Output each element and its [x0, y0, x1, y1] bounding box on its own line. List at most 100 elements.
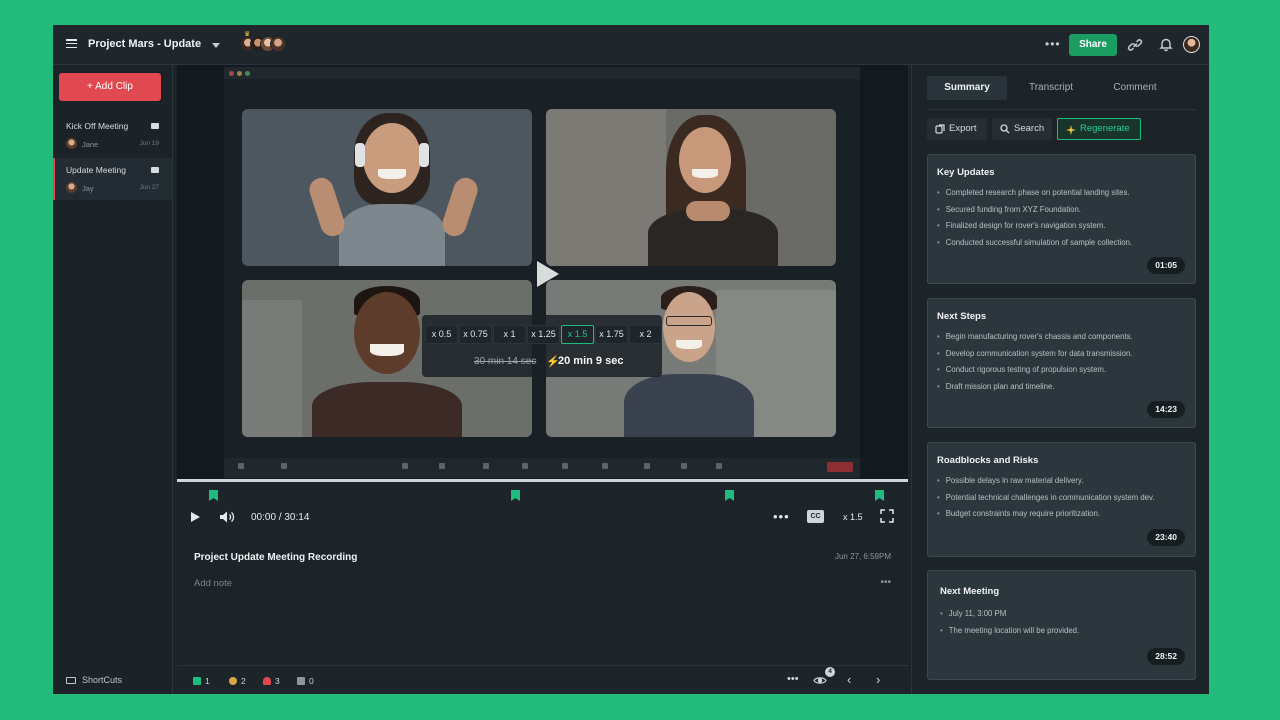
- clip-item-kick-off[interactable]: Kick Off Meeting Jane Jun 19: [53, 114, 172, 156]
- export-icon: [935, 124, 945, 134]
- clip-date: Jun 19: [139, 140, 159, 147]
- heart-icon: [263, 677, 271, 685]
- speed-option-1-25[interactable]: x 1.25: [527, 325, 560, 344]
- chevron-right-icon[interactable]: ›: [876, 672, 880, 687]
- avatar: [66, 138, 77, 149]
- chevron-left-icon[interactable]: ‹: [847, 672, 851, 687]
- toolbar-item: [602, 463, 608, 469]
- original-duration: 30 min 14 sec: [474, 356, 537, 367]
- share-button[interactable]: Share: [1069, 34, 1117, 56]
- tab-transcript[interactable]: Transcript: [1011, 76, 1091, 100]
- speed-option-1-5[interactable]: x 1.5: [561, 325, 594, 344]
- more-options-icon[interactable]: •••: [880, 577, 891, 588]
- participant-tile: [546, 109, 836, 266]
- captions-button[interactable]: CC: [807, 510, 824, 523]
- bookmark-icon[interactable]: [725, 490, 734, 501]
- player-controls: 00:00 / 30:14 ••• CC x 1.5: [177, 482, 908, 535]
- clap-count[interactable]: 2: [229, 676, 246, 686]
- search-label: Search: [1014, 123, 1045, 134]
- list-item: Secured funding from XYZ Foundation.: [937, 205, 1132, 222]
- video-player[interactable]: x 0.5 x 0.75 x 1 x 1.25 x 1.5 x 1.75 x 2…: [177, 65, 908, 482]
- speed-option-0-75[interactable]: x 0.75: [459, 325, 492, 344]
- add-clip-button[interactable]: + Add Clip: [59, 73, 161, 101]
- recording-title-bar: [224, 67, 860, 79]
- more-options-icon[interactable]: •••: [1045, 37, 1061, 51]
- timestamp-button[interactable]: 23:40: [1147, 529, 1185, 546]
- clip-title: Update Meeting: [66, 165, 127, 175]
- playback-speed-button[interactable]: x 1.5: [843, 512, 863, 522]
- add-note-input[interactable]: Add note: [194, 578, 232, 589]
- eye-icon[interactable]: [813, 676, 827, 685]
- recording-toolbar: [224, 458, 860, 478]
- timestamp-button[interactable]: 14:23: [1147, 401, 1185, 418]
- add-clip-label: Add Clip: [95, 81, 133, 92]
- more-options-icon[interactable]: •••: [773, 509, 790, 524]
- like-count-value: 3: [275, 676, 280, 686]
- sidebar: + Add Clip Kick Off Meeting Jane Jun 19 …: [53, 65, 173, 694]
- search-button[interactable]: Search: [992, 118, 1052, 140]
- like-count[interactable]: 3: [263, 676, 280, 686]
- toolbar-item: [562, 463, 568, 469]
- video-icon: [151, 167, 159, 173]
- speed-option-2[interactable]: x 2: [629, 325, 662, 344]
- clap-icon: [229, 677, 237, 685]
- play-icon[interactable]: [537, 261, 559, 287]
- bookmark-count[interactable]: 1: [193, 676, 210, 686]
- comment-count[interactable]: 0: [297, 676, 314, 686]
- fullscreen-icon[interactable]: [880, 509, 894, 523]
- summary-card-next-steps: Next Steps Begin manufacturing rover's c…: [927, 298, 1196, 428]
- recording-title: Project Update Meeting Recording: [194, 552, 358, 563]
- clip-user: Jane: [82, 140, 99, 149]
- clip-date: Jun 27: [139, 184, 159, 191]
- toolbar-item: [483, 463, 489, 469]
- shortcuts-label: ShortCuts: [82, 675, 123, 685]
- list-item: Finalized design for rover's navigation …: [937, 221, 1132, 238]
- clip-title: Kick Off Meeting: [66, 121, 129, 131]
- toolbar-item: [716, 463, 722, 469]
- summary-panel: Summary Transcript Comment Export Search…: [911, 65, 1209, 694]
- list-item: Develop communication system for data tr…: [937, 349, 1133, 366]
- volume-icon[interactable]: [219, 510, 235, 524]
- clip-user: Jay: [82, 184, 94, 193]
- play-button[interactable]: [191, 512, 200, 522]
- speed-option-1-75[interactable]: x 1.75: [595, 325, 628, 344]
- avatar: [270, 36, 286, 52]
- shortcuts-link[interactable]: ShortCuts: [66, 675, 122, 685]
- video-icon: [151, 123, 159, 129]
- regenerate-button[interactable]: Regenerate: [1057, 118, 1141, 140]
- card-title: Roadblocks and Risks: [937, 455, 1039, 466]
- summary-card-next-meeting: Next Meeting July 11, 3:00 PM The meetin…: [927, 570, 1196, 680]
- bookmark-icon[interactable]: [511, 490, 520, 501]
- toolbar-item: [439, 463, 445, 469]
- menu-icon[interactable]: [66, 39, 77, 49]
- card-title: Key Updates: [937, 167, 995, 178]
- participant-tile: [242, 109, 532, 266]
- link-icon[interactable]: [1127, 37, 1143, 53]
- bell-icon[interactable]: [1158, 36, 1174, 52]
- timestamp-button[interactable]: 01:05: [1147, 257, 1185, 274]
- bookmark-icon[interactable]: [875, 490, 884, 501]
- speed-option-0-5[interactable]: x 0.5: [425, 325, 458, 344]
- toolbar-item: [281, 463, 287, 469]
- window-dot: [229, 71, 234, 76]
- avatar: [66, 182, 77, 193]
- more-options-icon[interactable]: •••: [787, 673, 799, 685]
- chevron-down-icon[interactable]: [212, 43, 220, 48]
- user-avatar[interactable]: [1183, 36, 1200, 53]
- reactions-bar: 1 2 3 0 ••• 4 ‹ ›: [177, 665, 908, 694]
- list-item: Potential technical challenges in commun…: [937, 493, 1155, 510]
- timestamp-button[interactable]: 28:52: [1147, 648, 1185, 665]
- viewer-count-badge: 4: [825, 667, 835, 677]
- card-list: Possible delays in raw material delivery…: [937, 476, 1155, 526]
- list-item: Draft mission plan and timeline.: [937, 382, 1133, 399]
- speed-option-1[interactable]: x 1: [493, 325, 526, 344]
- clip-item-update-meeting[interactable]: Update Meeting Jay Jun 27: [53, 158, 172, 200]
- bookmark-icon[interactable]: [209, 490, 218, 501]
- regenerate-label: Regenerate: [1080, 123, 1130, 134]
- toolbar-item: [522, 463, 528, 469]
- bookmark-icon: [193, 677, 201, 685]
- crown-icon: ♛: [244, 31, 251, 38]
- tab-summary[interactable]: Summary: [927, 76, 1007, 100]
- tab-comment[interactable]: Comment: [1095, 76, 1175, 100]
- export-button[interactable]: Export: [927, 118, 987, 140]
